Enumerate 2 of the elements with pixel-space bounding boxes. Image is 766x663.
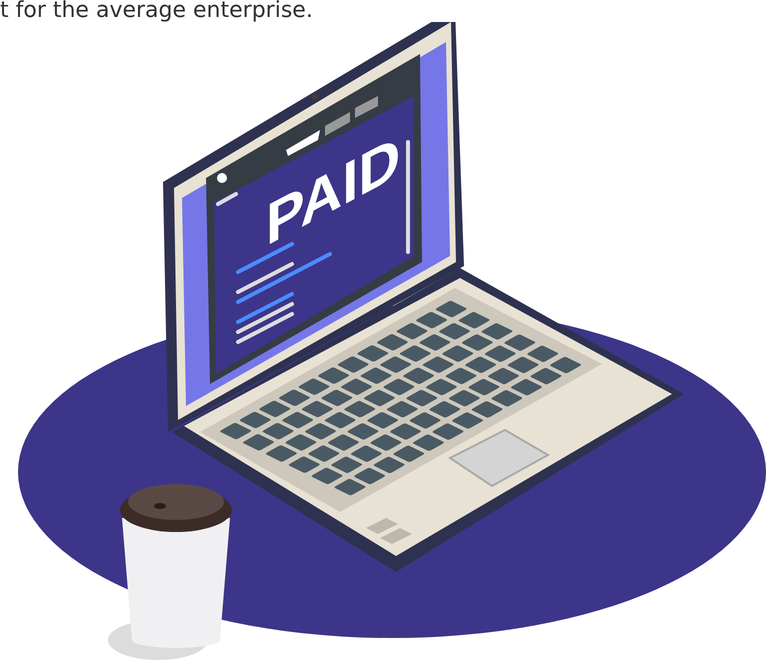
- caption-text: t for the average enterprise.: [0, 0, 314, 22]
- screen-text: PAID: [266, 123, 400, 260]
